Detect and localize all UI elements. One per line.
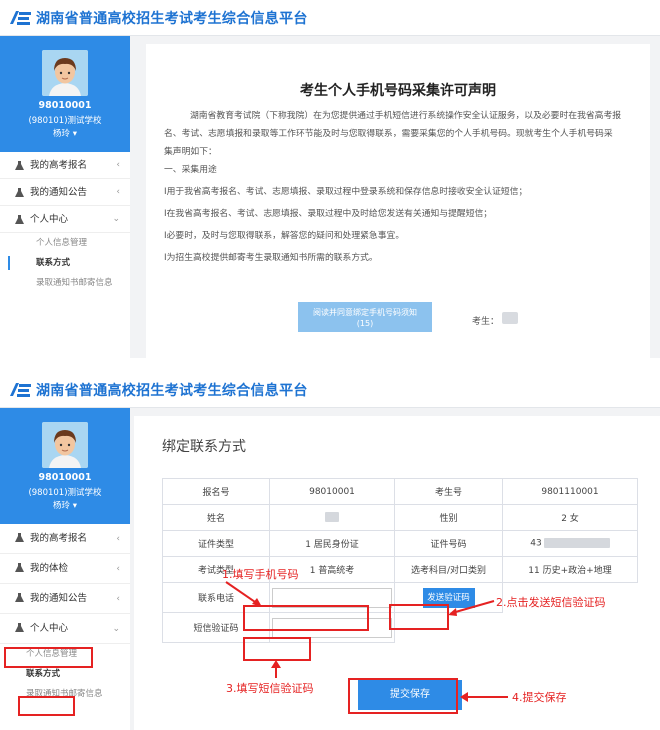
sidebar-item-personal[interactable]: 个人中心 ⌄: [0, 206, 130, 233]
statement-line: Ⅰ必要时，及时与您取得联系，解答您的疑问和处理紧急事宜。: [164, 231, 405, 241]
statement-title: 考生个人手机号码采集许可声明: [300, 83, 496, 99]
agree-bind-phone-button[interactable]: 阅读并同意绑定手机号码须知 (15): [298, 302, 432, 332]
sidebar-subitem-info[interactable]: 个人信息管理: [0, 233, 130, 253]
header-bar: 湖南省普通高校招生考试考生综合信息平台: [0, 0, 660, 36]
chevron-down-icon: ⌄: [112, 214, 120, 224]
statement-line: Ⅰ用于我省高考报名、考试、志愿填报、录取过程中登录系统和保存信息时接收安全认证短…: [164, 187, 528, 197]
screenshot-separator: [0, 358, 660, 372]
agree-button-countdown: (15): [356, 319, 374, 328]
bind-contact-screen: 湖南省普通高校招生考试考生综合信息平台 98010001 (980101)测试学…: [0, 372, 660, 730]
platform-logo-icon: [10, 11, 31, 25]
statement-screen: 湖南省普通高校招生考试考生综合信息平台 98010001 (980101)测试学…: [0, 0, 660, 358]
sidebar-subitem-contact[interactable]: 联系方式: [0, 253, 130, 273]
arrow-step1-icon: [225, 581, 508, 702]
flask-icon: [15, 215, 24, 224]
profile-name-dropdown[interactable]: 杨玲 ▾: [0, 127, 130, 139]
sidebar-item-label: 个人中心: [30, 214, 69, 225]
statement-line: 湖南省教育考试院（下称我院）在为您提供通过手机短信进行系统操作安全认证服务，以及…: [190, 111, 622, 121]
sidebar-subitem-mailing[interactable]: 录取通知书邮寄信息: [0, 273, 130, 293]
sidebar: 98010001 (980101)测试学校 杨玲 ▾ 我的高考报名 ‹ 我的通知…: [0, 36, 130, 358]
chevron-left-icon: ‹: [116, 160, 120, 170]
flask-icon: [15, 161, 24, 170]
agree-button-label: 阅读并同意绑定手机号码须知: [313, 308, 417, 317]
examinee-label: 考生：: [472, 317, 500, 327]
flask-icon: [15, 188, 24, 197]
profile-id: 98010001: [38, 100, 92, 111]
statement-card: 考生个人手机号码采集许可声明 湖南省教育考试院（下称我院）在为您提供通过手机短信…: [146, 44, 650, 358]
redacted-examinee-name: [502, 312, 518, 324]
statement-line: 名、考试、志愿填报和录取等工作环节能及时与您取得联系，需要采集您的个人手机号码。…: [164, 129, 613, 139]
statement-line: 一、采集用途: [164, 165, 217, 175]
chevron-left-icon: ‹: [116, 187, 120, 197]
avatar: [42, 50, 88, 96]
sidebar-item-gaokao[interactable]: 我的高考报名 ‹: [0, 152, 130, 179]
site-title: 湖南省普通高校招生考试考生综合信息平台: [36, 11, 308, 27]
statement-line: Ⅰ为招生高校提供邮寄考生录取通知书所需的联系方式。: [164, 253, 378, 263]
sidebar-item-label: 我的通知公告: [30, 187, 88, 198]
profile-card: 98010001 (980101)测试学校 杨玲 ▾: [0, 36, 130, 152]
sidebar-item-notice[interactable]: 我的通知公告 ‹: [0, 179, 130, 206]
sidebar-item-label: 我的高考报名: [30, 160, 88, 171]
statement-line: Ⅰ在我省高考报名、考试、志愿填报、录取过程中及时给您发送有关通知与提醒短信；: [164, 209, 493, 219]
profile-school: (980101)测试学校: [28, 116, 102, 126]
statement-line: 集声明如下：: [164, 147, 217, 157]
profile-name-label: 杨玲: [53, 129, 71, 139]
